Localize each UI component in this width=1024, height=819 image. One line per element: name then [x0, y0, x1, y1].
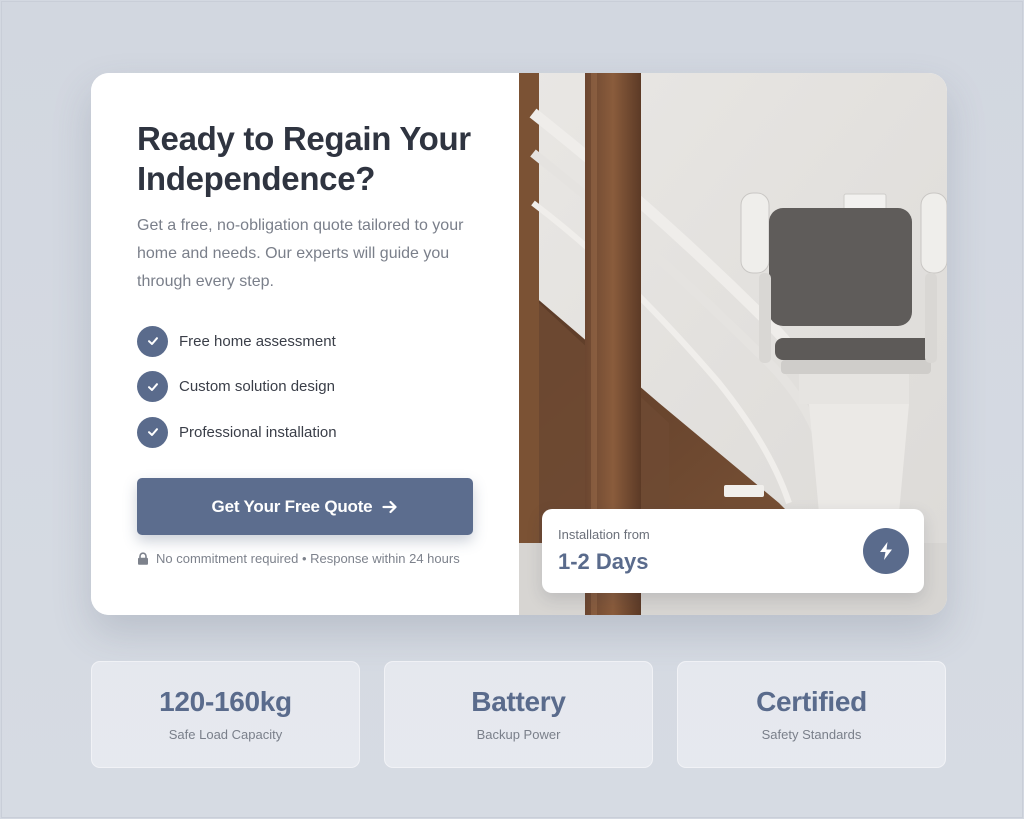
commitment-note: No commitment required • Response within… [137, 551, 460, 566]
check-icon [137, 416, 168, 448]
stat-card-certified: Certified Safety Standards [677, 661, 946, 768]
list-item: Free home assessment [137, 325, 337, 357]
quote-panel: Ready to Regain Your Independence? Get a… [91, 73, 519, 615]
stat-label: Safe Load Capacity [168, 727, 283, 742]
quote-card: Ready to Regain Your Independence? Get a… [91, 73, 947, 615]
list-item: Custom solution design [137, 371, 337, 403]
page-subtitle: Get a free, no-obligation quote tailored… [137, 217, 464, 290]
feature-label: Free home assessment [179, 332, 336, 350]
stat-value: Battery [471, 686, 566, 717]
installation-card: Installation from 1-2 Days [542, 509, 924, 593]
stairlift-photo: Installation from 1-2 Days [519, 73, 947, 615]
get-quote-label: Get Your Free Quote [211, 496, 373, 516]
stat-card-capacity: 120-160kg Safe Load Capacity [91, 661, 360, 768]
list-item: Professional installation [137, 416, 337, 448]
get-quote-button[interactable]: Get Your Free Quote [137, 478, 473, 535]
stat-label: Backup Power [476, 727, 561, 742]
stat-value: 120-160kg [159, 686, 292, 717]
note-text: No commitment required • Response within… [156, 551, 460, 566]
check-icon [137, 371, 168, 402]
feature-label: Professional installation [179, 423, 337, 441]
stat-card-battery: Battery Backup Power [384, 661, 653, 768]
lightning-icon [863, 528, 909, 574]
installation-value: 1-2 Days [558, 549, 649, 574]
arrow-right-icon [382, 500, 398, 514]
feature-label: Custom solution design [179, 378, 335, 395]
stat-value: Certified [756, 686, 867, 717]
feature-list: Free home assessment Custom solution des… [137, 325, 337, 462]
installation-label: Installation from [558, 527, 650, 542]
page-title: Ready to Regain Your Independence? [137, 120, 471, 197]
stat-label: Safety Standards [761, 727, 862, 742]
check-icon [137, 325, 168, 357]
lock-icon [137, 552, 149, 565]
